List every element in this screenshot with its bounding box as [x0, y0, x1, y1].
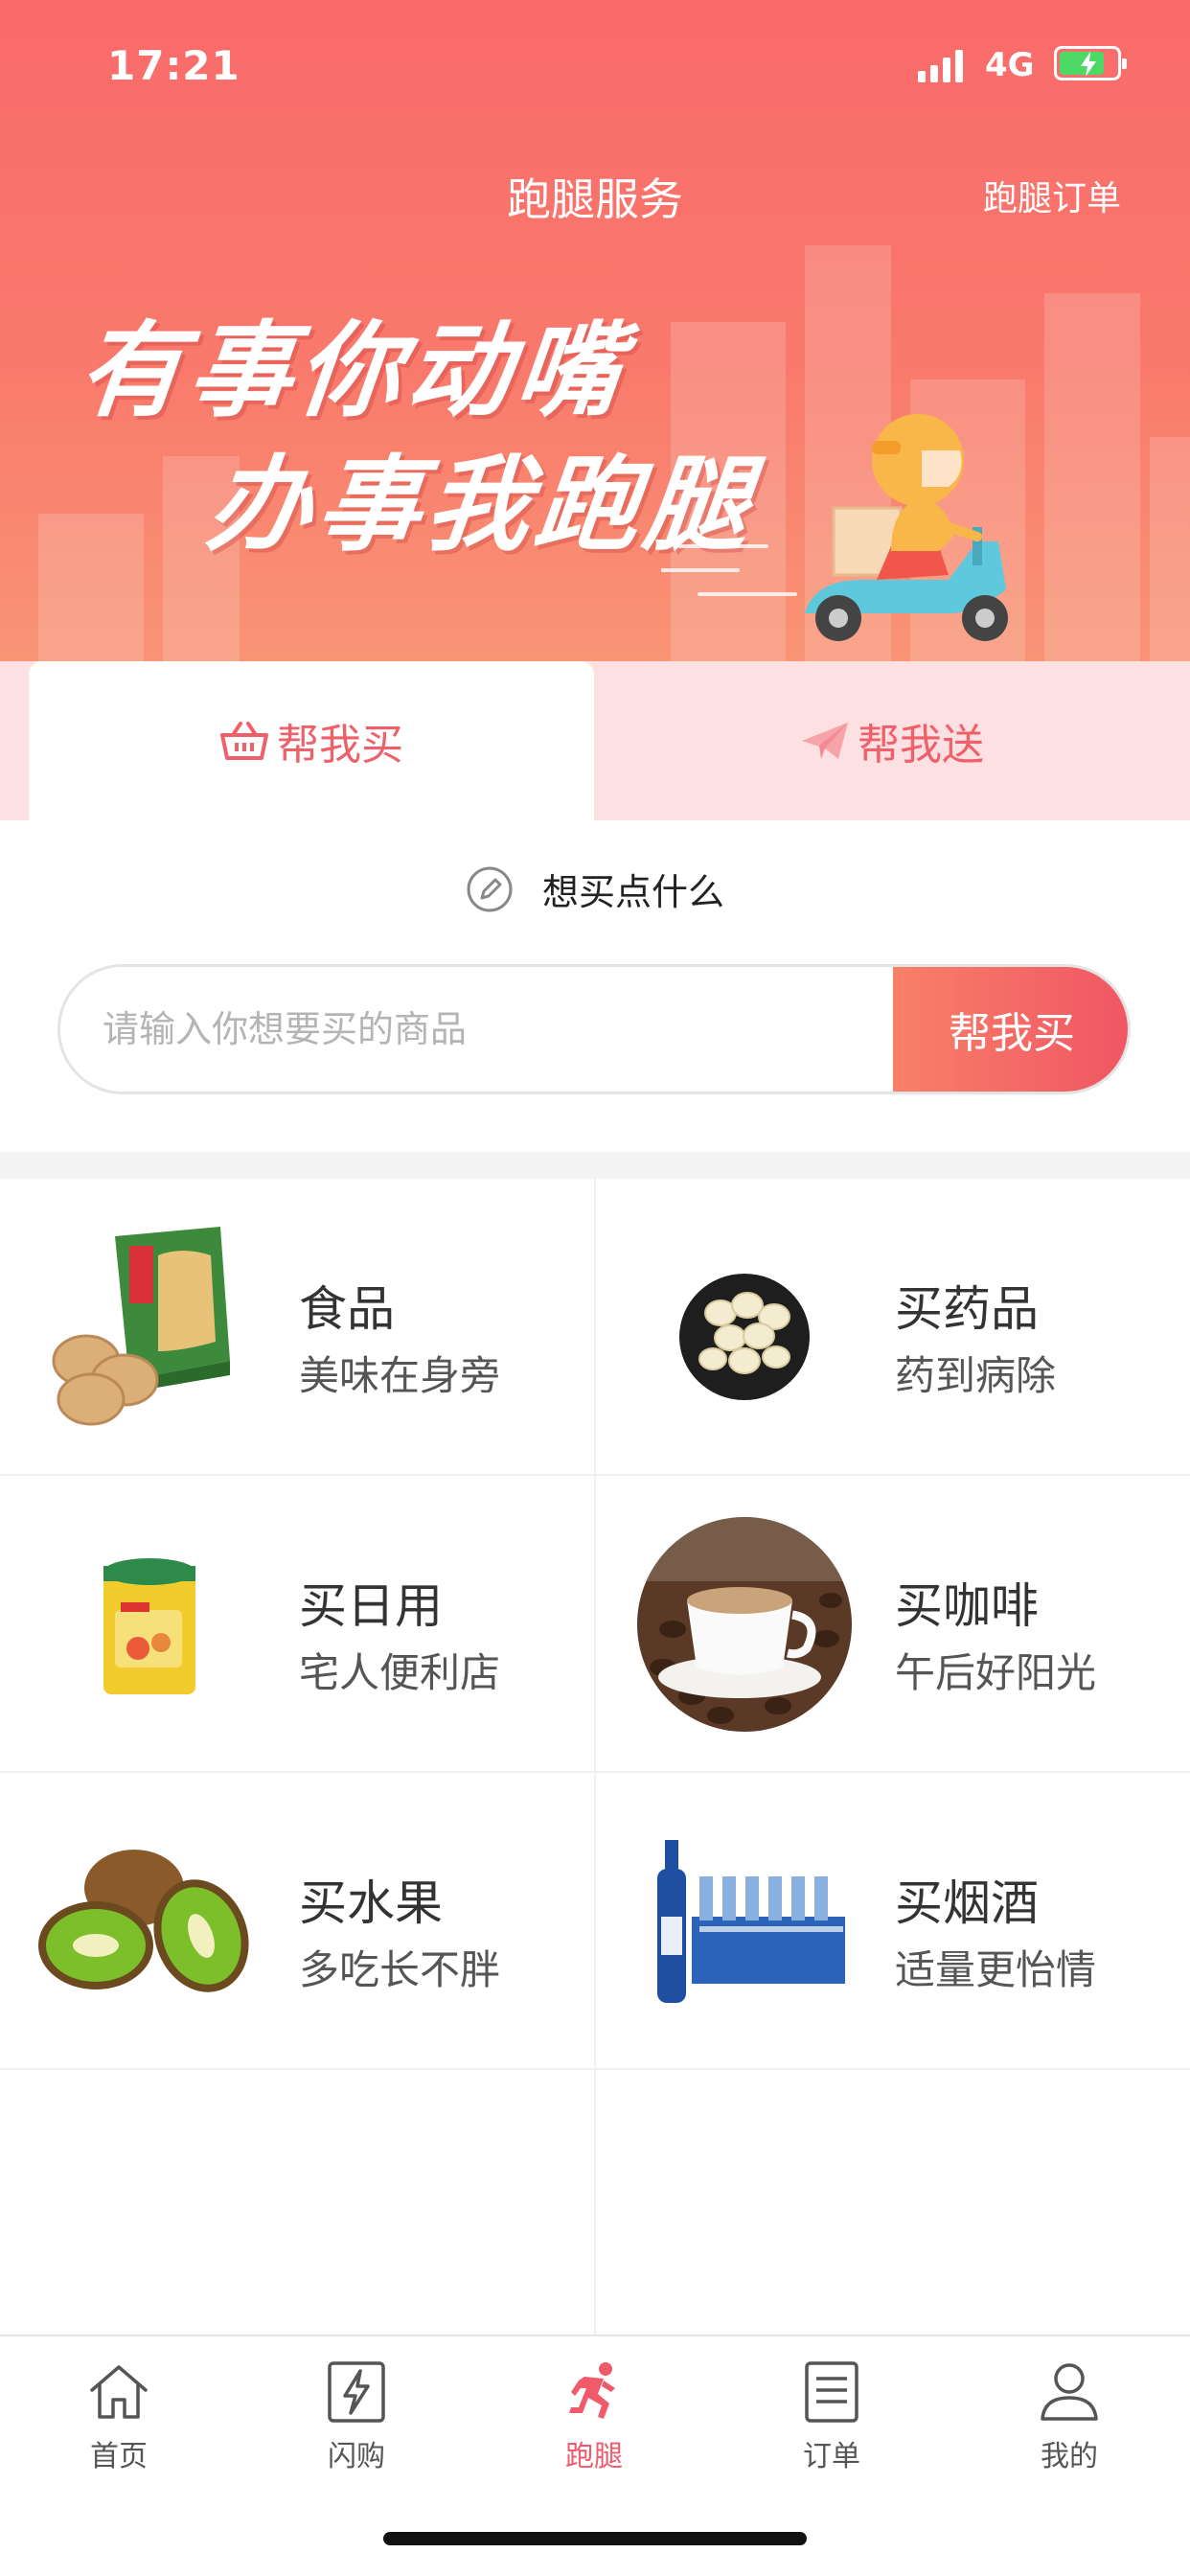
beer-case-image — [657, 1840, 845, 2003]
network-type: 4G — [985, 46, 1035, 84]
tabbar-label: 闪购 — [328, 2440, 385, 2473]
what-to-buy-prompt: 想买点什么 — [0, 862, 1190, 915]
pencil-icon — [467, 866, 513, 911]
user-icon — [1041, 2363, 1098, 2421]
buy-for-me-button[interactable]: 帮我买 — [893, 967, 1128, 1092]
runner-icon — [569, 2362, 615, 2419]
category-daily-goods[interactable]: 买日用 宅人便利店 — [0, 1476, 594, 1773]
tab-send-for-me[interactable]: 帮我送 — [594, 661, 1190, 820]
basket-icon — [220, 722, 268, 760]
kiwi-image — [38, 1850, 249, 1992]
category-coffee[interactable]: 买咖啡 午后好阳光 — [596, 1476, 1190, 1773]
slogan-line-1: 有事你动嘴 — [73, 311, 632, 431]
lightning-icon — [328, 2361, 385, 2423]
status-bar: 17:21 4G — [0, 0, 1190, 134]
home-icon — [90, 2365, 148, 2419]
tabbar-home[interactable]: 首页 — [0, 2346, 238, 2480]
tabbar-label: 订单 — [803, 2440, 860, 2473]
signal-strength-icon — [918, 50, 966, 82]
tab-send-label: 帮我送 — [858, 721, 984, 770]
crackers-box-image — [52, 1227, 230, 1426]
tabbar-label: 跑腿 — [565, 2440, 623, 2473]
delivery-scooter-illustration — [661, 414, 1008, 641]
tabbar-profile[interactable]: 我的 — [950, 2346, 1188, 2480]
tabbar-label: 我的 — [1041, 2440, 1098, 2473]
coffee-cup-image — [637, 1517, 852, 1732]
order-list-icon — [805, 2361, 858, 2423]
category-tobacco-alcohol[interactable]: 买烟酒 适量更怡情 — [596, 1773, 1190, 2070]
category-subtitle: 美味在身旁 — [299, 1352, 501, 1399]
category-title: 买药品 — [895, 1281, 1039, 1337]
category-subtitle: 宅人便利店 — [299, 1649, 501, 1696]
category-title: 买烟酒 — [895, 1875, 1039, 1931]
what-to-buy-label: 想买点什么 — [541, 871, 724, 913]
tabbar-errand[interactable]: 跑腿 — [475, 2346, 713, 2480]
battery-icon — [1054, 46, 1127, 80]
category-grid: 食品 美味在身旁 买药品 药到病除 买日用 宅人便利店 买咖啡 午后好阳光 买水… — [0, 1179, 1190, 2334]
category-subtitle: 午后好阳光 — [895, 1649, 1097, 1696]
tab-buy-for-me[interactable]: 帮我买 — [29, 661, 594, 820]
paper-plane-icon — [802, 723, 848, 759]
mode-tabs: 帮我买 帮我送 — [0, 661, 1190, 820]
search-input[interactable] — [103, 967, 927, 1092]
category-subtitle: 多吃长不胖 — [299, 1946, 501, 1993]
tabbar-orders[interactable]: 订单 — [713, 2346, 950, 2480]
category-subtitle: 药到病除 — [895, 1352, 1057, 1399]
canister-image — [103, 1558, 195, 1694]
category-fruit[interactable]: 买水果 多吃长不胖 — [0, 1773, 594, 2070]
tab-buy-label: 帮我买 — [277, 721, 403, 770]
home-indicator[interactable] — [383, 2532, 807, 2545]
category-title: 食品 — [299, 1281, 395, 1337]
errand-orders-link[interactable]: 跑腿订单 — [983, 171, 1121, 220]
category-subtitle: 适量更怡情 — [895, 1946, 1097, 1993]
category-food[interactable]: 食品 美味在身旁 — [0, 1179, 594, 1476]
category-title: 买日用 — [299, 1578, 443, 1634]
charging-bolt-icon — [1081, 52, 1096, 77]
status-time: 17:21 — [107, 42, 240, 89]
section-divider — [0, 1152, 1190, 1179]
category-title: 买咖啡 — [895, 1578, 1039, 1634]
search-bar: 帮我买 — [57, 964, 1131, 1094]
tabbar-label: 首页 — [90, 2440, 148, 2473]
tabbar-flash-sale[interactable]: 闪购 — [238, 2346, 475, 2480]
category-title: 买水果 — [299, 1875, 443, 1931]
medicine-bowl-image — [679, 1274, 810, 1400]
category-medicine[interactable]: 买药品 药到病除 — [596, 1179, 1190, 1476]
